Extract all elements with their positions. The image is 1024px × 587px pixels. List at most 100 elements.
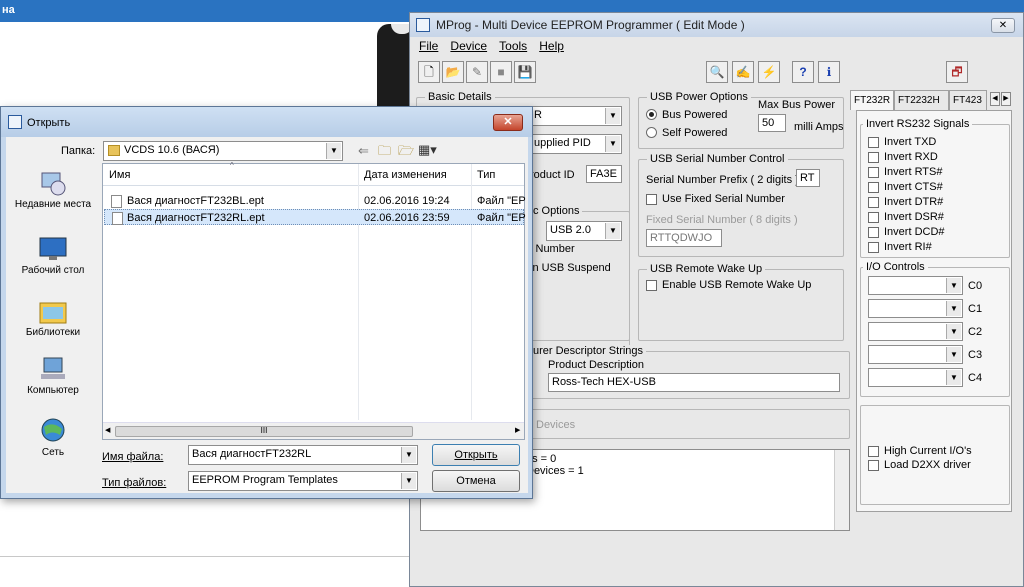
c3-select[interactable]: ▼ — [868, 345, 963, 364]
file-date: 02.06.2016 19:24 — [364, 195, 450, 207]
c4-select[interactable]: ▼ — [868, 368, 963, 387]
c3-label: C3 — [968, 349, 983, 361]
device-type-value: R — [534, 109, 542, 121]
folder-value: VCDS 10.6 (ВАСЯ) — [124, 144, 220, 156]
up-folder-icon[interactable]: 🗀 — [378, 142, 391, 164]
chevron-down-icon: ▼ — [946, 301, 961, 316]
place-network[interactable]: Сеть — [11, 417, 95, 458]
invert-cts-label: Invert CTS# — [884, 181, 943, 193]
view-menu-icon[interactable]: ▦▾ — [418, 142, 437, 158]
invert-dcd-checkbox[interactable] — [868, 227, 879, 238]
max-bus-power-input[interactable]: 50 — [758, 114, 786, 132]
menu-tools[interactable]: Tools — [499, 39, 527, 53]
dialog-close-button[interactable]: ✕ — [493, 114, 523, 131]
c1-select[interactable]: ▼ — [868, 299, 963, 318]
tab-scroll-left-icon[interactable]: ◀ — [990, 92, 1000, 106]
invert-rts-label: Invert RTS# — [884, 166, 943, 178]
help-icon[interactable]: ? — [792, 61, 814, 83]
column-type[interactable]: Тип — [477, 169, 495, 181]
enable-remote-wake-checkbox[interactable] — [646, 280, 657, 291]
file-list: Имя ^ Дата изменения Тип Вася диагностFT… — [102, 161, 526, 440]
save-icon[interactable]: 💾 — [514, 61, 536, 83]
new-folder-icon[interactable]: 🗁 — [398, 142, 414, 164]
place-network-label: Сеть — [41, 447, 65, 458]
window-icon[interactable]: 🗗 — [946, 61, 968, 83]
log-line: Devices = 1 — [526, 465, 584, 477]
usb-version-select[interactable]: USB 2.0 ▼ — [546, 221, 622, 241]
usb-suspend-label: in USB Suspend — [530, 262, 611, 274]
filetype-select[interactable]: EEPROM Program Templates ▼ — [188, 471, 418, 491]
c0-select[interactable]: ▼ — [868, 276, 963, 295]
folder-select[interactable]: VCDS 10.6 (ВАСЯ) ▼ — [103, 141, 343, 161]
place-computer[interactable]: Компьютер — [11, 355, 95, 396]
stop-icon[interactable]: ■ — [490, 61, 512, 83]
dialog-titlebar[interactable]: Открыть ✕ — [1, 107, 532, 137]
place-recent[interactable]: Недавние места — [11, 169, 95, 210]
descriptor-label: urer Descriptor Strings — [530, 345, 647, 357]
invert-dsr-checkbox[interactable] — [868, 212, 879, 223]
filename-input[interactable]: Вася диагностFT232RL ▼ — [188, 445, 418, 465]
filename-value: Вася диагностFT232RL — [192, 448, 312, 460]
invert-txd-checkbox[interactable] — [868, 137, 879, 148]
column-name[interactable]: Имя — [109, 169, 130, 181]
high-current-checkbox[interactable] — [868, 446, 879, 457]
mprog-titlebar[interactable]: MProg - Multi Device EEPROM Programmer (… — [410, 13, 1023, 37]
device-type-select[interactable]: R ▼ — [530, 106, 622, 126]
file-row[interactable]: Вася диагностFT232BL.ept 02.06.2016 19:2… — [104, 193, 526, 209]
column-date[interactable]: Дата изменения — [364, 169, 447, 181]
tab-ft423[interactable]: FT423 — [949, 90, 987, 110]
menu-help[interactable]: Help — [539, 39, 564, 53]
invert-ri-checkbox[interactable] — [868, 242, 879, 253]
file-date: 02.06.2016 23:59 — [364, 212, 450, 224]
file-row[interactable]: Вася диагностFT232RL.ept 02.06.2016 23:5… — [104, 209, 526, 225]
open-button[interactable]: Открыть — [432, 444, 520, 466]
invert-cts-checkbox[interactable] — [868, 182, 879, 193]
program-icon[interactable]: ✍ — [732, 61, 754, 83]
edit-icon[interactable]: ✎ — [466, 61, 488, 83]
enable-remote-wake-label: Enable USB Remote Wake Up — [662, 279, 812, 291]
scroll-thumb[interactable]: III — [115, 426, 413, 437]
tab-scroll-right-icon[interactable]: ▶ — [1001, 92, 1011, 106]
c2-select[interactable]: ▼ — [868, 322, 963, 341]
product-id-input[interactable]: FA3E — [586, 165, 622, 183]
place-libraries[interactable]: Библиотеки — [11, 297, 95, 338]
new-file-icon[interactable]: 🗋 — [418, 61, 440, 83]
search-icon[interactable]: 🔍 — [706, 61, 728, 83]
tab-ft2232h[interactable]: FT2232H — [894, 90, 949, 110]
back-icon[interactable]: ⇐ — [358, 143, 369, 159]
chevron-down-icon: ▼ — [401, 473, 416, 489]
chevron-down-icon: ▼ — [605, 108, 620, 124]
invert-rxd-checkbox[interactable] — [868, 152, 879, 163]
computer-icon — [41, 357, 65, 379]
self-powered-radio[interactable] — [646, 127, 657, 138]
invert-dtr-checkbox[interactable] — [868, 197, 879, 208]
fixed-serial-input[interactable]: RTTQDWJO — [646, 229, 722, 247]
chevron-down-icon: ▼ — [946, 278, 961, 293]
dialog-body: Папка: VCDS 10.6 (ВАСЯ) ▼ ⇐ 🗀 🗁 ▦▾ Недавн… — [6, 137, 528, 493]
file-list-hscrollbar[interactable]: ◀ III ▶ — [103, 422, 524, 439]
tab-ft232r[interactable]: FT232R — [850, 90, 894, 110]
menu-device[interactable]: Device — [450, 39, 487, 53]
cancel-button[interactable]: Отмена — [432, 470, 520, 492]
log-scrollbar[interactable] — [834, 450, 849, 530]
open-folder-icon[interactable]: 📂 — [442, 61, 464, 83]
pid-type-select[interactable]: upplied PID ▼ — [530, 134, 622, 154]
product-description-input[interactable]: Ross-Tech HEX-USB — [548, 373, 840, 392]
erase-icon[interactable]: ⚡ — [758, 61, 780, 83]
about-icon[interactable]: ℹ — [818, 61, 840, 83]
place-computer-label: Компьютер — [27, 385, 79, 396]
serial-prefix-input[interactable]: RT — [796, 169, 820, 187]
close-button[interactable]: ✕ — [991, 18, 1015, 33]
scroll-right-icon[interactable]: ▶ — [515, 426, 520, 434]
invert-rts-checkbox[interactable] — [868, 167, 879, 178]
bus-powered-radio[interactable] — [646, 109, 657, 120]
scroll-left-icon[interactable]: ◀ — [105, 426, 110, 434]
load-d2xx-checkbox[interactable] — [868, 460, 879, 471]
menu-file[interactable]: File — [419, 39, 438, 53]
use-fixed-serial-checkbox[interactable] — [646, 194, 657, 205]
place-recent-label: Недавние места — [14, 199, 92, 210]
place-desktop[interactable]: Рабочий стол — [11, 235, 95, 276]
folder-icon — [108, 145, 120, 156]
c1-label: C1 — [968, 303, 983, 315]
place-desktop-label: Рабочий стол — [21, 265, 85, 276]
